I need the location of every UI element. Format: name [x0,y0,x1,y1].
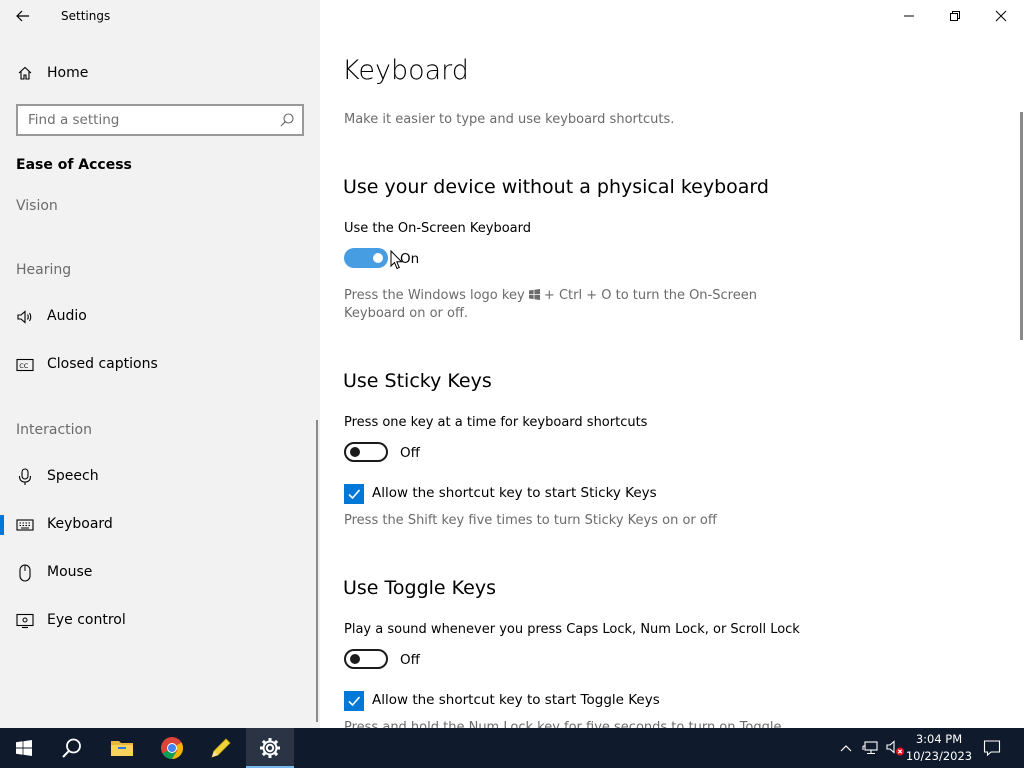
restore-button[interactable] [932,0,978,32]
sticky-keys-shortcut-label: Allow the shortcut key to start Sticky K… [372,485,657,501]
sidebar-item-audio[interactable]: Audio [0,297,314,337]
sidebar-item-label: Keyboard [47,516,113,532]
toggle-keys-shortcut-checkbox[interactable] [344,691,364,711]
taskbar-clock[interactable]: 3:04 PM 10/23/2023 [905,731,973,765]
osk-heading: Use your device without a physical keybo… [343,176,769,198]
checkmark-icon [348,696,361,707]
taskbar-pencil-app[interactable] [197,728,245,768]
taskbar-chrome[interactable] [148,728,196,768]
sticky-keys-help-text: Press the Shift key five times to turn S… [344,513,717,528]
mouse-pointer-icon [390,250,403,270]
page-title: Keyboard [342,55,469,86]
eye-control-icon [16,612,34,630]
volume-tray-button[interactable] [885,738,905,758]
sidebar-scrollbar[interactable] [316,420,318,722]
restore-icon [950,11,960,21]
osk-toggle[interactable] [344,248,388,268]
speaker-icon [16,308,34,326]
sidebar-item-label: Mouse [47,564,93,580]
toggle-knob [350,447,360,457]
toggle-keys-help-text: Press and hold the Num Lock key for five… [344,720,782,728]
main-scrollbar[interactable] [1020,112,1023,340]
pencil-app-icon [211,738,231,758]
taskbar-settings[interactable] [246,728,294,768]
toggle-keys-toggle[interactable] [344,649,388,669]
mouse-icon [16,564,34,582]
sticky-keys-toggle-state: Off [400,445,420,461]
file-explorer-icon [111,741,133,756]
volume-muted-icon [886,740,904,756]
sidebar-item-home[interactable]: Home [0,56,320,90]
home-icon [16,64,34,82]
osk-help-part2: + Ctrl + O to turn the On-Screen [543,288,757,303]
toggle-knob [373,253,383,263]
sidebar-item-label: Audio [47,308,87,324]
network-tray-button[interactable] [861,738,881,758]
sidebar-item-label: Closed captions [47,356,158,372]
toggle-keys-label: Play a sound whenever you press Caps Loc… [344,622,800,637]
sticky-keys-heading: Use Sticky Keys [343,370,492,392]
group-header-hearing: Hearing [16,262,72,278]
closed-captions-icon: CC [16,356,34,374]
sticky-keys-toggle[interactable] [344,442,388,462]
sidebar-item-keyboard[interactable]: Keyboard [0,505,314,545]
chevron-up-icon [840,745,852,752]
start-button[interactable] [0,728,48,768]
search-icon [280,113,294,127]
settings-sidebar: Settings Home Find a setting Ease of Acc… [0,0,320,728]
toggle-keys-heading: Use Toggle Keys [343,577,497,599]
sidebar-item-label: Home [47,65,89,81]
toggle-keys-toggle-state: Off [400,652,420,668]
search-input[interactable]: Find a setting [16,104,304,136]
svg-text:CC: CC [19,362,29,370]
sidebar-item-label: Speech [47,468,99,484]
start-icon [16,740,32,756]
page-description: Make it easier to type and use keyboard … [344,112,675,127]
close-icon [995,10,1007,22]
clock-date: 10/23/2023 [905,749,973,763]
clock-time: 3:04 PM [915,732,963,746]
section-title: Ease of Access [16,157,132,173]
app-title: Settings [61,9,111,23]
group-header-interaction: Interaction [16,422,92,438]
settings-icon [260,738,280,758]
keyboard-icon [16,516,34,534]
checkmark-icon [348,489,361,500]
search-icon [62,738,81,758]
back-button[interactable] [0,0,46,32]
sidebar-item-label: Eye control [47,612,126,628]
microphone-icon [16,468,34,486]
sticky-keys-shortcut-checkbox[interactable] [344,484,364,504]
osk-help-text: Press the Windows logo key + Ctrl + O to… [344,287,764,323]
action-center-button[interactable] [982,738,1002,758]
windows-logo-icon [528,289,540,300]
close-button[interactable] [978,0,1024,32]
show-hidden-icons-button[interactable] [836,738,856,758]
toggle-knob [350,654,360,664]
taskbar: 3:04 PM 10/23/2023 [0,728,1024,768]
sidebar-item-speech[interactable]: Speech [0,457,314,497]
toggle-keys-shortcut-label: Allow the shortcut key to start Toggle K… [372,692,660,708]
titlebar-left: Settings [0,0,320,32]
group-header-vision: Vision [16,198,58,214]
sidebar-item-closed-captions[interactable]: CC Closed captions [0,345,314,385]
osk-help-part3: Keyboard on or off. [344,306,469,321]
settings-main-pane: Keyboard Make it easier to type and use … [320,0,1024,728]
taskbar-search-button[interactable] [48,728,96,768]
minimize-button[interactable] [886,0,932,32]
back-arrow-icon [16,10,29,22]
sidebar-item-eye-control[interactable]: Eye control [0,601,314,641]
osk-label: Use the On-Screen Keyboard [344,221,531,236]
notifications-icon [983,740,1001,757]
network-icon [862,741,878,755]
chrome-icon [161,737,183,759]
taskbar-file-explorer[interactable] [98,728,146,768]
search-placeholder: Find a setting [28,112,120,128]
selection-indicator [0,515,4,535]
sticky-keys-label: Press one key at a time for keyboard sho… [344,415,648,430]
sidebar-item-mouse[interactable]: Mouse [0,553,314,593]
minimize-icon [904,15,914,17]
osk-help-part1: Press the Windows logo key [344,288,525,303]
